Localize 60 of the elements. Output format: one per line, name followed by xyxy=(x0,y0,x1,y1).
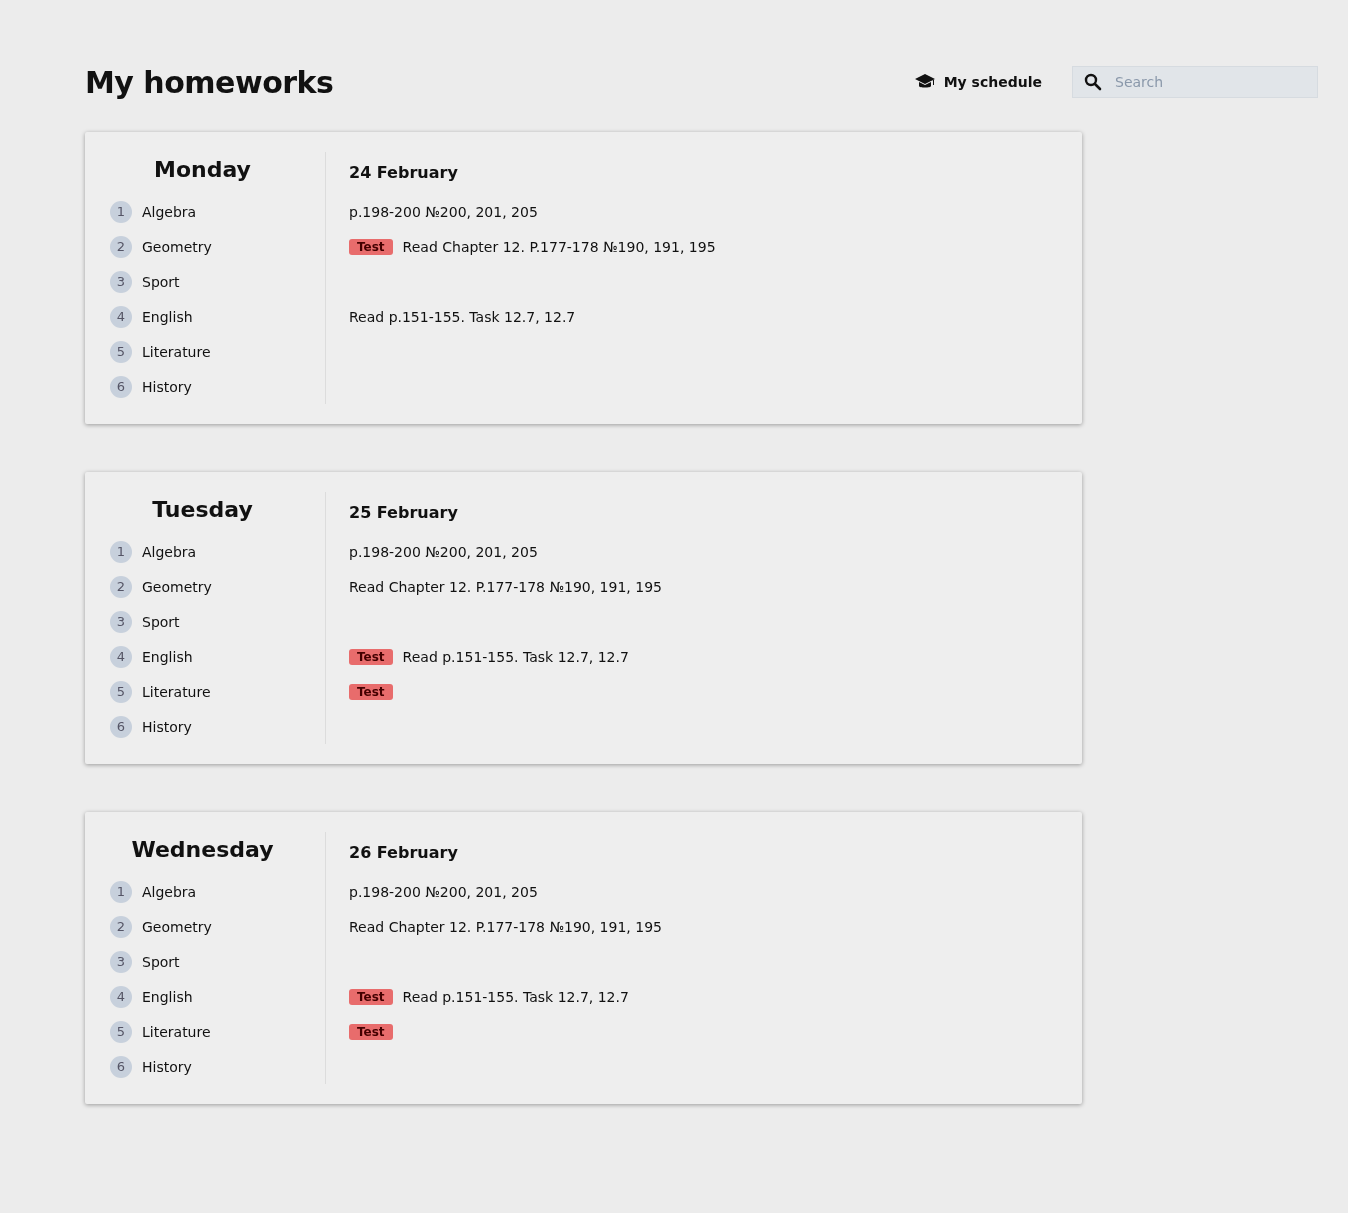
day-name: Tuesday xyxy=(151,496,254,524)
test-badge: Test xyxy=(349,988,393,1005)
day-name: Wednesday xyxy=(130,836,275,864)
homework-task: p.198-200 №200, 201, 205 xyxy=(349,543,538,560)
subject-name: Literature xyxy=(142,1023,211,1040)
lesson-number: 6 xyxy=(110,715,132,738)
test-badge: Test xyxy=(349,648,393,665)
day-date: 26 February xyxy=(349,842,459,864)
subject-name: Geometry xyxy=(142,238,212,255)
subject-name: English xyxy=(142,648,193,665)
lesson-number: 1 xyxy=(110,880,132,903)
homework-task: Read p.151-155. Task 12.7, 12.7 xyxy=(349,308,576,325)
homework-task: Read Chapter 12. P.177-178 №190, 191, 195 xyxy=(402,238,716,255)
subject-name: English xyxy=(142,308,193,325)
subject-name: Sport xyxy=(142,613,180,630)
lesson-number: 1 xyxy=(110,200,132,223)
lesson-number: 1 xyxy=(110,540,132,563)
lesson-number: 6 xyxy=(110,1055,132,1078)
lesson-number: 2 xyxy=(110,915,132,938)
homework-task: Read Chapter 12. P.177-178 №190, 191, 195 xyxy=(349,578,662,595)
lesson-number: 2 xyxy=(110,235,132,258)
test-badge: Test xyxy=(349,683,393,700)
day-date: 24 February xyxy=(349,162,459,184)
test-badge: Test xyxy=(349,238,393,255)
day-name: Monday xyxy=(153,156,252,184)
subject-name: History xyxy=(142,718,192,735)
lesson-number: 3 xyxy=(110,950,132,973)
page-title: My homeworks xyxy=(85,64,335,100)
lesson-number: 3 xyxy=(110,610,132,633)
subject-name: Geometry xyxy=(142,578,212,595)
search-icon xyxy=(1084,73,1102,91)
lesson-number: 2 xyxy=(110,575,132,598)
homework-task: Read Chapter 12. P.177-178 №190, 191, 195 xyxy=(349,918,662,935)
lesson-number: 3 xyxy=(110,270,132,293)
subject-name: Literature xyxy=(142,683,211,700)
lesson-number: 4 xyxy=(110,645,132,668)
day-date: 25 February xyxy=(349,502,459,524)
subject-name: Sport xyxy=(142,273,180,290)
homework-task: Read p.151-155. Task 12.7, 12.7 xyxy=(402,988,629,1005)
homework-task: Read p.151-155. Task 12.7, 12.7 xyxy=(402,648,629,665)
lesson-number: 5 xyxy=(110,340,132,363)
subject-name: Algebra xyxy=(142,203,197,220)
subject-name: Sport xyxy=(142,953,180,970)
subject-name: English xyxy=(142,988,193,1005)
subject-name: Algebra xyxy=(142,883,197,900)
search-field[interactable]: Search xyxy=(1072,66,1318,98)
lesson-number: 5 xyxy=(110,1020,132,1043)
subject-name: Geometry xyxy=(142,918,212,935)
homework-task: p.198-200 №200, 201, 205 xyxy=(349,203,538,220)
lesson-number: 6 xyxy=(110,375,132,398)
subject-name: History xyxy=(142,378,192,395)
test-badge: Test xyxy=(349,1023,393,1040)
lesson-number: 5 xyxy=(110,680,132,703)
homework-task: p.198-200 №200, 201, 205 xyxy=(349,883,538,900)
lesson-number: 4 xyxy=(110,985,132,1008)
schedule-link[interactable]: My schedule xyxy=(913,73,1042,91)
lesson-number: 4 xyxy=(110,305,132,328)
subject-name: Algebra xyxy=(142,543,197,560)
subject-name: Literature xyxy=(142,343,211,360)
subject-name: History xyxy=(142,1058,192,1075)
